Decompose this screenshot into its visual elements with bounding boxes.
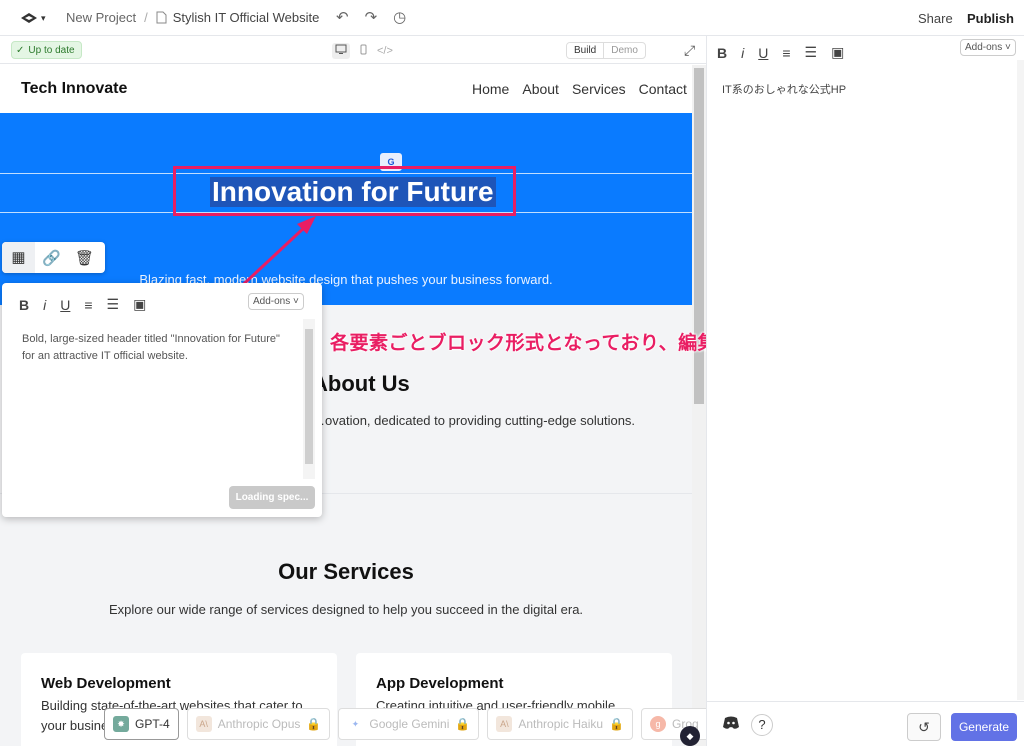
gemini-icon: ✦ [351, 718, 360, 729]
generate-button[interactable]: Generate [951, 713, 1017, 741]
prompt-textarea[interactable]: Bold, large-sized header titled "Innovat… [22, 331, 284, 365]
groq-icon: g [650, 716, 667, 732]
addons-label: Add-ons [253, 296, 291, 307]
italic-icon[interactable]: i [43, 297, 46, 313]
addons-select[interactable]: Add-ons ˅ [960, 39, 1016, 56]
ordered-list-icon[interactable]: ≡ [782, 45, 790, 61]
anthropic-icon: A\ [195, 716, 212, 732]
chevron-down-icon: ˅ [293, 296, 299, 307]
ordered-list-icon[interactable]: ≡ [84, 297, 92, 313]
image-add-icon[interactable]: ▣ [133, 296, 146, 313]
italic-icon[interactable]: i [741, 45, 744, 61]
format-toolbar: B i U ≡ ☰ ▣ [717, 44, 844, 61]
prompt-panel: B i U ≡ ☰ ▣ Add-ons ˅ IT系のおしゃれな公式HP ? ↺ … [706, 36, 1024, 746]
help-icon[interactable]: ? [751, 714, 773, 736]
lock-icon: 🔒 [455, 717, 471, 731]
model-label: GPT-4 [135, 717, 170, 731]
model-gpt4-button[interactable]: ✸ GPT-4 [104, 708, 179, 740]
discord-icon[interactable] [722, 716, 740, 735]
lock-icon: 🔒 [609, 717, 625, 731]
underline-icon[interactable]: U [758, 45, 768, 61]
model-selector: ✸ GPT-4 A\ Anthropic Opus 🔒 ✦ Google Gem… [104, 708, 729, 740]
assistant-icon[interactable]: ◆ [680, 726, 700, 746]
bullet-list-icon[interactable]: ☰ [805, 44, 818, 61]
prompt-input[interactable]: IT系のおしゃれな公式HP [722, 81, 846, 97]
model-label: Anthropic Haiku [518, 717, 604, 731]
loading-spec-button[interactable]: Loading spec... [229, 486, 315, 509]
model-label: Anthropic Opus [217, 717, 301, 731]
model-anthropic-haiku-button[interactable]: A\ Anthropic Haiku 🔒 [487, 708, 634, 740]
model-anthropic-opus-button[interactable]: A\ Anthropic Opus 🔒 [186, 708, 331, 740]
panel-scrollbar[interactable] [1017, 60, 1024, 700]
addons-label: Add-ons [965, 42, 1003, 53]
underline-icon[interactable]: U [60, 297, 70, 313]
bullet-list-icon[interactable]: ☰ [107, 296, 120, 313]
bold-icon[interactable]: B [19, 297, 29, 313]
anthropic-icon: A\ [496, 716, 513, 732]
model-google-gemini-button[interactable]: ✦ Google Gemini 🔒 [338, 708, 480, 740]
block-prompt-popup: B i U ≡ ☰ ▣ Add-ons ˅ Bold, large-sized … [2, 283, 322, 517]
lock-icon: 🔒 [306, 717, 322, 731]
reset-icon[interactable]: ↺ [907, 713, 941, 741]
blocks-icon[interactable]: ▦ [2, 242, 35, 273]
addons-select[interactable]: Add-ons ˅ [248, 293, 304, 310]
popup-scrollbar[interactable] [303, 319, 315, 479]
panel-divider [707, 701, 1024, 702]
model-label: Google Gemini [369, 717, 450, 731]
openai-icon: ✸ [113, 716, 129, 732]
trash-icon[interactable]: 🗑 [68, 249, 101, 267]
bold-icon[interactable]: B [717, 45, 727, 61]
format-toolbar: B i U ≡ ☰ ▣ [19, 296, 146, 313]
chevron-down-icon: ˅ [1005, 42, 1011, 53]
image-add-icon[interactable]: ▣ [831, 44, 844, 61]
link-icon[interactable]: 🔗 [35, 249, 68, 267]
block-toolbar: ▦ 🔗 🗑 [2, 242, 105, 273]
